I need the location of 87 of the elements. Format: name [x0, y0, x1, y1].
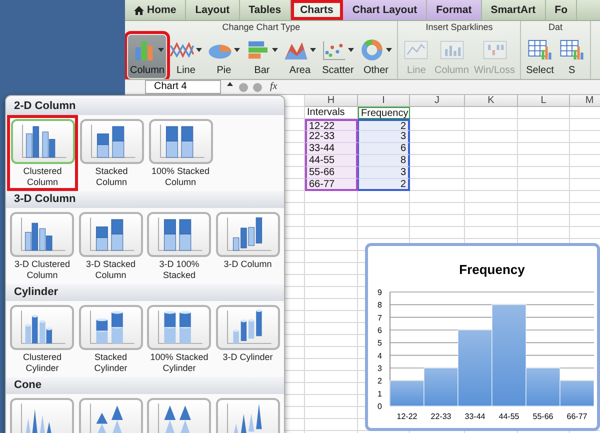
table-icon: [558, 38, 585, 62]
chart-type-button[interactable]: S: [556, 35, 587, 78]
caret-icon: [158, 48, 164, 52]
chart-type-button[interactable]: Scatter: [319, 35, 356, 78]
ribbon-tab[interactable]: Format: [427, 0, 482, 20]
group-label: Change Chart Type: [221, 21, 302, 33]
ribbon-tab[interactable]: Chart Layout: [343, 0, 428, 20]
ribbon-tab[interactable]: Layout: [186, 0, 240, 20]
axis-category-label: 12-22: [396, 412, 418, 421]
chart-type-button[interactable]: Line: [167, 35, 204, 78]
function-button[interactable]: fx: [267, 81, 280, 93]
caret-icon: [310, 48, 316, 52]
axis-tick-label: 3: [378, 364, 382, 373]
ribbon-tab[interactable]: Home: [125, 0, 186, 20]
table-cell: 3: [358, 131, 410, 143]
chart-type-button[interactable]: Pie: [205, 35, 242, 78]
axis-tick-label: 5: [378, 338, 382, 348]
section-header: Cone: [6, 377, 284, 394]
table-cell: 55-66: [305, 167, 358, 179]
table-cell: 2: [358, 119, 410, 131]
table-cell: 3: [358, 167, 410, 179]
chart-type-option[interactable]: Clustered Column: [9, 117, 76, 189]
column-header[interactable]: M: [570, 95, 600, 107]
section-header: 2-D Column: [6, 98, 284, 115]
chart-type-option[interactable]: Stacked Column: [78, 117, 145, 189]
axis-tick-label: 8: [378, 300, 382, 310]
chart-type-button[interactable]: Select: [524, 35, 556, 78]
axis-category-label: 66-77: [566, 412, 588, 421]
column-header[interactable]: J: [410, 95, 465, 107]
column-header[interactable]: L: [518, 95, 570, 107]
caret-icon: [196, 48, 202, 52]
section-header: 3-D Column: [6, 191, 284, 208]
axis-tick-label: 2: [378, 376, 382, 386]
table-cell: 6: [358, 143, 410, 155]
table-cell-text: Intervals: [306, 107, 346, 119]
axis-tick-label: 6: [378, 326, 382, 335]
axis-tick-label: 9: [378, 288, 382, 297]
chart-type-option[interactable]: Clustered Cylinder: [9, 303, 76, 375]
section-header: Cylinder: [6, 284, 284, 301]
chart-type-option[interactable]: Stacked Cylinder: [78, 303, 144, 375]
win-loss-icon: [482, 38, 508, 62]
column-header[interactable]: I: [358, 95, 410, 107]
table-cell: 8: [358, 155, 410, 167]
chart-type-button[interactable]: Bar: [243, 35, 280, 78]
chart-type-option[interactable]: 100% Stacked Cylinder: [146, 303, 212, 375]
table-cell: 12-22: [305, 119, 358, 131]
chart-title: Frequency: [459, 262, 525, 277]
chart-type-option[interactable]: 3-D Column: [214, 210, 281, 282]
axis-tick-label: 7: [378, 313, 382, 322]
table-cell: 22-33: [305, 131, 358, 143]
chart-type-option[interactable]: 3-D Clustered Column: [9, 210, 76, 282]
ribbon-tab[interactable]: Charts: [291, 0, 344, 20]
caret-icon: [348, 48, 354, 52]
caret-icon: [234, 48, 240, 52]
chart-type-button[interactable]: Area: [281, 35, 318, 78]
donut-chart-icon: [359, 38, 386, 62]
chart-type-button[interactable]: Other: [357, 35, 394, 78]
table-cell: 66-77: [305, 179, 358, 191]
sparkline-column-icon: [438, 38, 465, 62]
caret-icon: [386, 48, 392, 52]
caret-icon: [272, 48, 278, 52]
name-box[interactable]: Chart 4: [145, 80, 221, 94]
chart-type-option[interactable]: 3-D 100% Stacked: [146, 210, 212, 282]
table-cell: 33-44: [305, 143, 358, 155]
table-cell: Frequency: [358, 107, 410, 119]
axis-tick-label: 4: [378, 351, 382, 360]
table-icon: [526, 38, 553, 62]
column-header[interactable]: K: [465, 95, 518, 107]
table-cell: 44-55: [305, 155, 358, 167]
axis-tick-label: 1: [378, 389, 382, 398]
axis-category-label: 44-55: [498, 412, 520, 421]
sparkline-icon: [403, 38, 430, 62]
axis-tick-label: 0: [378, 402, 382, 411]
home-icon: [134, 6, 144, 14]
axis-category-label: 22-33: [430, 412, 452, 421]
chart-type-option[interactable]: 100% Stacked Column: [147, 117, 214, 189]
chart-type-option[interactable]: 3-D Cylinder: [214, 303, 281, 375]
chart-type-button[interactable]: Column: [128, 35, 166, 78]
table-cell: 2: [358, 179, 410, 191]
ribbon-tab[interactable]: SmartArt: [482, 0, 546, 20]
group-label: Dat: [547, 21, 564, 33]
group-label: Insert Sparklines: [424, 21, 494, 33]
chart-type-option[interactable]: 3-D Stacked Column: [78, 210, 144, 282]
column-header[interactable]: H: [305, 95, 358, 107]
axis-category-label: 33-44: [464, 412, 486, 421]
ribbon-tab[interactable]: Fo: [546, 0, 578, 20]
axis-category-label: 55-66: [532, 412, 554, 421]
